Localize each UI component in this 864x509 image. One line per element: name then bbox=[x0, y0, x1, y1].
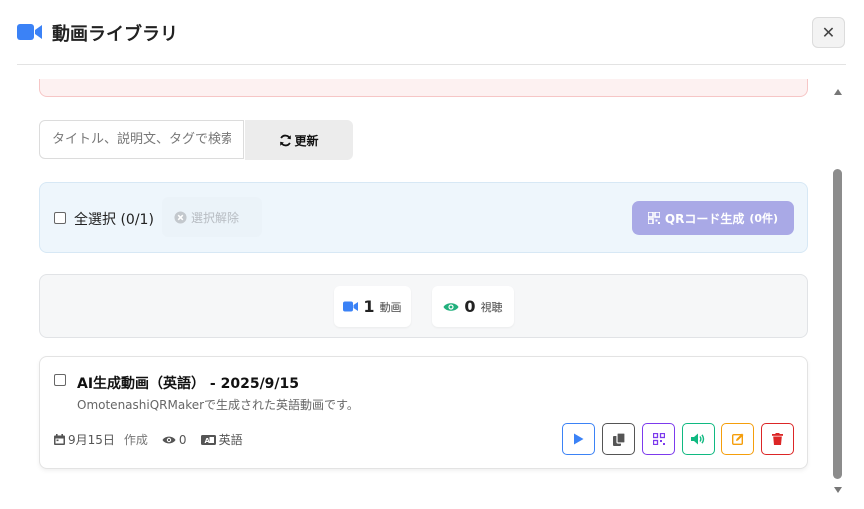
edit-icon bbox=[731, 433, 743, 445]
refresh-icon bbox=[280, 134, 292, 146]
selection-panel: 全選択 (0/1) 選択解除 QRコード生成 (0件) bbox=[39, 182, 808, 253]
eye-icon bbox=[443, 302, 459, 311]
qr-code-icon bbox=[647, 212, 660, 224]
video-select-checkbox[interactable] bbox=[54, 374, 66, 386]
modal-title: 動画ライブラリ bbox=[52, 24, 178, 45]
calendar-icon bbox=[54, 434, 65, 445]
modal-body: 更新 全選択 (0/1) 選択解除 QRコード生成 (0件) bbox=[0, 65, 864, 509]
search-input[interactable] bbox=[39, 120, 244, 159]
delete-button[interactable] bbox=[761, 423, 794, 455]
edit-button[interactable] bbox=[721, 423, 754, 455]
volume-icon bbox=[691, 433, 705, 445]
video-meta: 9月15日 作成 0 A 英語 bbox=[54, 431, 257, 448]
alert-banner bbox=[39, 79, 808, 97]
language-icon: A bbox=[200, 434, 216, 445]
close-button[interactable]: ✕ bbox=[812, 17, 845, 48]
scroll-up-arrow[interactable] bbox=[834, 89, 842, 95]
stat-videos: 1 動画 bbox=[334, 286, 411, 327]
generate-qr-label: QRコード生成 bbox=[664, 211, 745, 226]
select-all-label: 全選択 (0/1) bbox=[74, 212, 154, 228]
copy-button[interactable] bbox=[602, 423, 635, 455]
video-views-count: 0 bbox=[178, 432, 187, 447]
play-button[interactable] bbox=[562, 423, 595, 455]
video-camera-icon bbox=[343, 301, 359, 312]
eye-icon bbox=[162, 436, 176, 443]
modal-header: 動画ライブラリ ✕ bbox=[0, 0, 864, 65]
deselect-label: 選択解除 bbox=[191, 210, 240, 225]
trash-icon bbox=[772, 433, 783, 445]
views-label: 視聴 bbox=[480, 300, 503, 314]
audio-button[interactable] bbox=[682, 423, 715, 455]
video-date: 9月15日 bbox=[68, 433, 115, 447]
copy-icon bbox=[612, 432, 625, 446]
deselect-button[interactable]: 選択解除 bbox=[162, 197, 262, 237]
qr-selected-count: (0件) bbox=[749, 212, 779, 225]
videos-count: 1 bbox=[363, 297, 375, 316]
video-created: 9月15日 作成 bbox=[54, 431, 148, 448]
qr-code-icon bbox=[652, 433, 665, 445]
videos-label: 動画 bbox=[379, 300, 402, 314]
refresh-label: 更新 bbox=[294, 133, 319, 148]
play-icon bbox=[574, 433, 584, 445]
video-created-label: 作成 bbox=[123, 433, 148, 447]
video-language: A 英語 bbox=[200, 431, 243, 448]
qr-code-button[interactable] bbox=[642, 423, 675, 455]
scroll-thumb[interactable] bbox=[833, 169, 842, 479]
select-all-checkbox[interactable] bbox=[54, 212, 66, 224]
scroll-down-arrow[interactable] bbox=[834, 487, 842, 493]
views-count: 0 bbox=[464, 297, 476, 316]
stat-views: 0 視聴 bbox=[432, 286, 514, 327]
refresh-button[interactable]: 更新 bbox=[245, 120, 353, 160]
video-description: OmotenashiQRMakerで生成された英語動画です。 bbox=[77, 398, 359, 412]
vertical-scrollbar[interactable] bbox=[831, 85, 844, 503]
stats-panel: 1 動画 0 視聴 bbox=[39, 274, 808, 338]
video-views: 0 bbox=[162, 433, 187, 447]
video-title: AI生成動画（英語） - 2025/9/15 bbox=[77, 376, 300, 392]
clear-circle-icon bbox=[174, 210, 187, 224]
video-camera-icon bbox=[17, 24, 42, 40]
generate-qr-button[interactable]: QRコード生成 (0件) bbox=[632, 201, 794, 235]
video-language-label: 英語 bbox=[218, 433, 243, 447]
video-card: AI生成動画（英語） - 2025/9/15 OmotenashiQRMaker… bbox=[39, 356, 808, 469]
